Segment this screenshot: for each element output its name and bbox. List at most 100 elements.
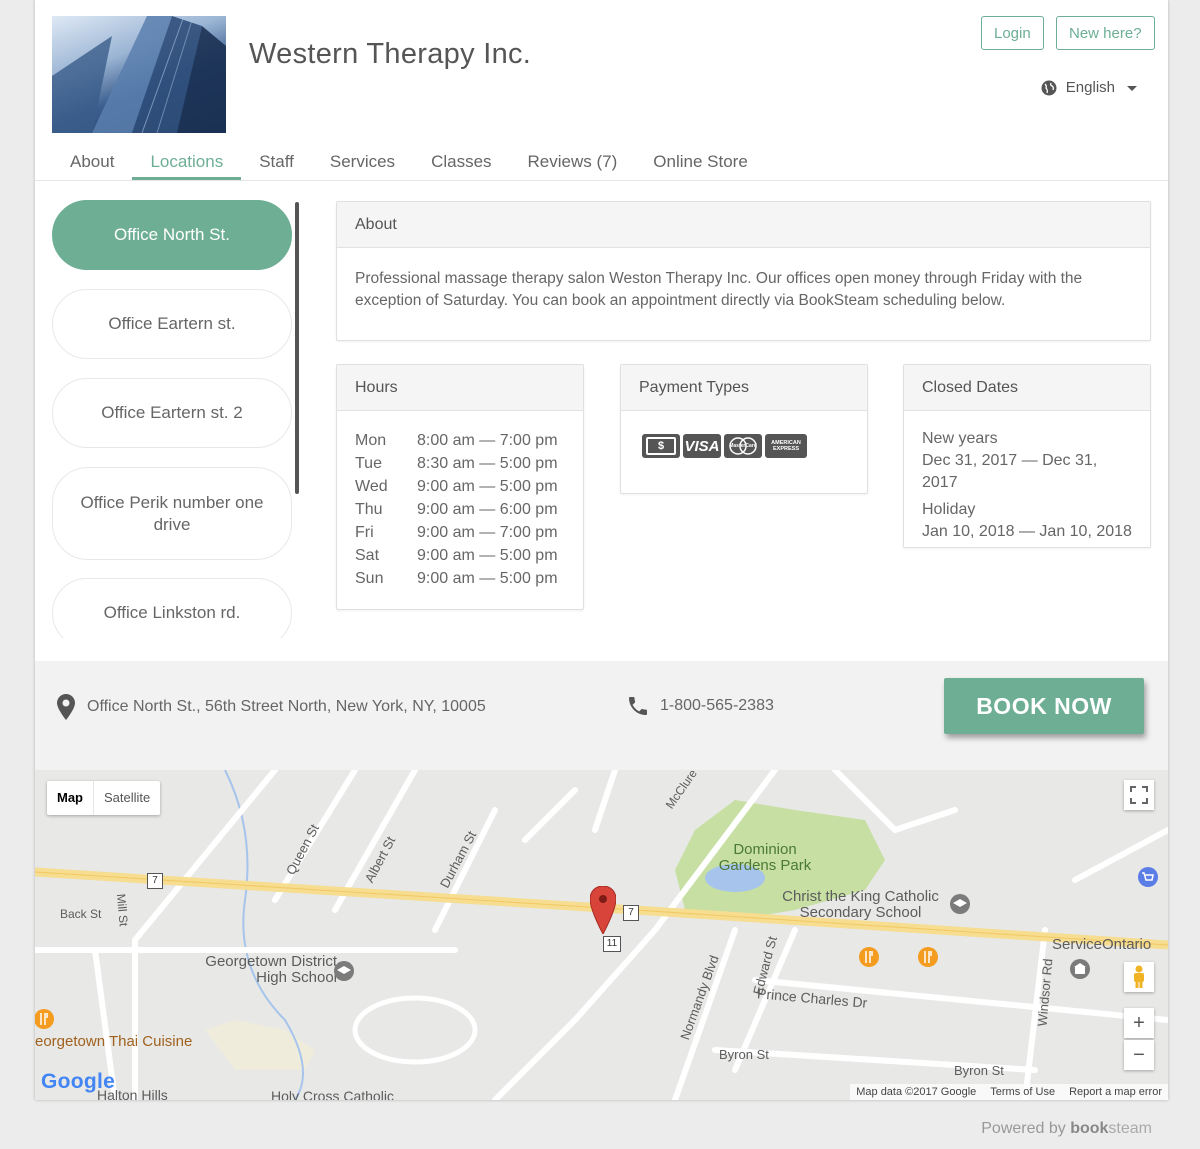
- plus-icon: +: [1133, 1011, 1145, 1034]
- hours-day: Sun: [355, 570, 384, 587]
- globe-icon: [1041, 80, 1057, 95]
- tab-services[interactable]: Services: [312, 146, 413, 180]
- zoom-out-button[interactable]: −: [1124, 1040, 1154, 1070]
- about-text: Professional massage therapy salon Westo…: [355, 270, 1083, 309]
- phone-icon: [629, 697, 647, 715]
- location-item-north-st[interactable]: Office North St.: [52, 200, 292, 270]
- payment-heading: Payment Types: [621, 365, 867, 411]
- map-type-satellite-button[interactable]: Satellite: [93, 781, 160, 815]
- street-view-button[interactable]: [1124, 962, 1154, 992]
- address: Office North St., 56th Street North, New…: [57, 694, 486, 720]
- location-item-perik-drive[interactable]: Office Perik number one drive: [52, 467, 292, 560]
- hours-day: Thu: [355, 501, 383, 518]
- map-label-back-st: Back St: [60, 907, 102, 921]
- location-info-bar: Office North St., 56th Street North, New…: [35, 661, 1168, 770]
- hours-row: Sun 9:00 am — 5:00 pm: [355, 567, 583, 590]
- hours-heading: Hours: [337, 365, 583, 411]
- building-photo: [52, 16, 226, 133]
- brand-bold: book: [1070, 1120, 1109, 1137]
- location-item-linkston-rd[interactable]: Office Linkston rd.: [52, 578, 292, 638]
- terms-of-use-link[interactable]: Terms of Use: [990, 1086, 1055, 1098]
- closed-date-range: Jan 10, 2018 — Jan 10, 2018: [922, 523, 1132, 540]
- report-map-error-link[interactable]: Report a map error: [1069, 1086, 1162, 1098]
- book-now-button[interactable]: BOOK NOW: [944, 678, 1144, 734]
- school-icon: [334, 961, 354, 981]
- about-heading: About: [337, 202, 1150, 248]
- hours-row: Thu 9:00 am — 6:00 pm: [355, 498, 583, 521]
- hours-day: Mon: [355, 432, 387, 449]
- location-marker-icon[interactable]: [590, 886, 616, 934]
- tab-about[interactable]: About: [52, 146, 132, 180]
- map-type-map-button[interactable]: Map: [47, 781, 93, 815]
- map-attribution: Map data ©2017 Google Terms of Use Repor…: [850, 1084, 1168, 1100]
- tab-online-store[interactable]: Online Store: [635, 146, 766, 180]
- tab-locations[interactable]: Locations: [132, 146, 242, 180]
- hours-time: 8:00 am — 7:00 pm: [417, 432, 558, 449]
- location-item-eartern-st[interactable]: Office Eartern st.: [52, 289, 292, 359]
- map-canvas[interactable]: [35, 770, 1168, 1100]
- hours-day: Wed: [355, 478, 388, 495]
- site-title: Western Therapy Inc.: [249, 38, 532, 70]
- route-7-shield-2: 7: [623, 905, 639, 921]
- tab-reviews[interactable]: Reviews (7): [510, 146, 636, 180]
- hours-day: Sat: [355, 547, 380, 564]
- map-label-christ-the-king: Christ the King Catholic Secondary Schoo…: [782, 888, 939, 921]
- tab-classes[interactable]: Classes: [413, 146, 509, 180]
- map-label-mill-st: Mill St: [113, 893, 131, 927]
- amex-icon: AMERICAN EXPRESS: [765, 434, 807, 458]
- restaurant-icon: [859, 947, 879, 967]
- tab-nav: About Locations Staff Services Classes R…: [52, 146, 766, 180]
- payment-card: Payment Types $ VISA MasterCard AMERICAN…: [620, 364, 868, 494]
- closed-dates-heading: Closed Dates: [904, 365, 1150, 411]
- hours-day: Fri: [355, 524, 374, 541]
- phone[interactable]: 1-800-565-2383: [626, 694, 774, 718]
- address-text: Office North St., 56th Street North, New…: [87, 698, 486, 715]
- hours-row: Wed 9:00 am — 5:00 pm: [355, 475, 583, 498]
- powered-by-label: Powered by: [981, 1120, 1066, 1137]
- phone-text: 1-800-565-2383: [660, 697, 774, 714]
- map-label-thai-cuisine: eorgetown Thai Cuisine: [35, 1033, 193, 1050]
- minus-icon: −: [1133, 1043, 1145, 1066]
- zoom-in-button[interactable]: +: [1124, 1008, 1154, 1038]
- map[interactable]: Dominion Gardens Park Christ the King Ca…: [35, 770, 1168, 1100]
- restaurant-icon-2: [918, 947, 938, 967]
- hours-row: Fri 9:00 am — 7:00 pm: [355, 521, 583, 544]
- brand-light: steam: [1108, 1120, 1152, 1137]
- fullscreen-button[interactable]: [1124, 780, 1154, 810]
- location-list-scrollbar[interactable]: [295, 202, 299, 494]
- visa-icon: VISA: [683, 434, 721, 458]
- hours-row: Tue 8:30 am — 5:00 pm: [355, 452, 583, 475]
- hours-time: 9:00 am — 6:00 pm: [417, 501, 558, 518]
- about-card: About Professional massage therapy salon…: [336, 201, 1151, 341]
- map-label-dominion: Dominion Gardens Park: [718, 841, 812, 874]
- restaurant-icon-3: [35, 1009, 54, 1029]
- powered-by[interactable]: Powered by booksteam: [981, 1120, 1152, 1138]
- map-data-credit: Map data ©2017 Google: [856, 1086, 977, 1098]
- caret-down-icon: [1127, 85, 1137, 91]
- language-selector[interactable]: English: [1041, 79, 1138, 96]
- map-pin-icon: [57, 694, 75, 720]
- map-label-byron-st: Byron St: [719, 1047, 769, 1062]
- hours-time: 9:00 am — 5:00 pm: [417, 547, 558, 564]
- map-type-control: Map Satellite: [47, 781, 161, 815]
- closed-date-range: Dec 31, 2017 — Dec 31, 2017: [922, 452, 1098, 491]
- new-here-button[interactable]: New here?: [1056, 16, 1155, 50]
- hours-day: Tue: [355, 455, 382, 472]
- shopping-cart-icon: [1138, 867, 1158, 887]
- location-item-eartern-st-2[interactable]: Office Eartern st. 2: [52, 378, 292, 448]
- closed-dates-card: Closed Dates New years Dec 31, 2017 — De…: [903, 364, 1151, 548]
- tab-staff[interactable]: Staff: [241, 146, 312, 180]
- company-logo: [52, 16, 226, 133]
- map-label-holy-cross: Holy Cross Catholic: [271, 1088, 394, 1100]
- payment-icons: $ VISA MasterCard AMERICAN EXPRESS: [621, 411, 867, 458]
- pegman-icon: [1134, 965, 1144, 988]
- location-list[interactable]: Office North St. Office Eartern st. Offi…: [52, 200, 294, 638]
- hours-time: 9:00 am — 5:00 pm: [417, 570, 558, 587]
- route-7-shield: 7: [147, 873, 163, 889]
- hours-time: 9:00 am — 5:00 pm: [417, 478, 558, 495]
- hours-table: Mon 8:00 am — 7:00 pm Tue 8:30 am — 5:00 p…: [337, 411, 583, 590]
- login-button[interactable]: Login: [981, 16, 1044, 50]
- tab-divider: [35, 180, 1168, 181]
- fullscreen-icon: [1130, 786, 1148, 804]
- language-label: English: [1065, 79, 1115, 96]
